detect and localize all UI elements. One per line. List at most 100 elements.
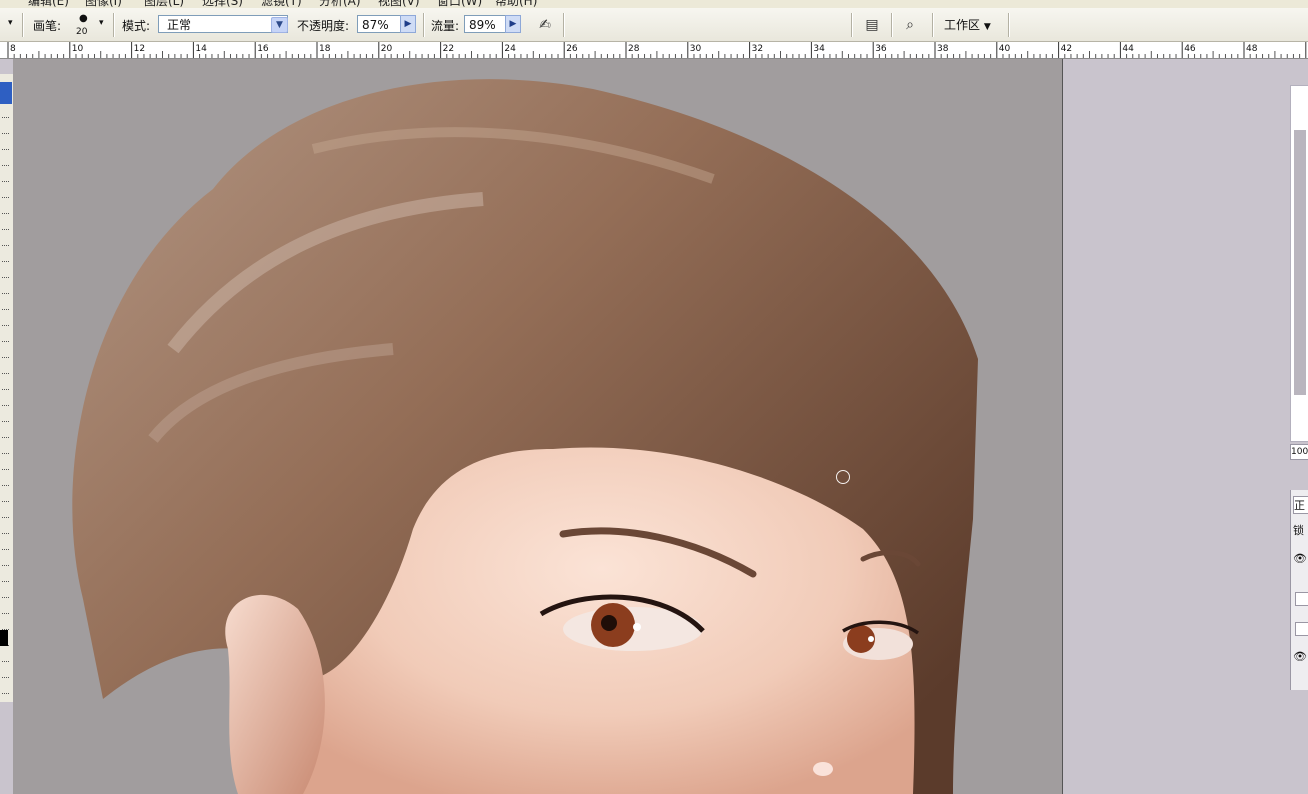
ruler-label: 22 — [443, 44, 454, 54]
tool-slot[interactable] — [2, 306, 9, 310]
divider — [423, 13, 424, 37]
layer-visibility-box[interactable] — [1295, 622, 1308, 636]
ruler-label: 32 — [752, 44, 763, 54]
brush-picker-arrow-icon[interactable]: ▾ — [99, 18, 104, 28]
tool-slot[interactable] — [2, 354, 9, 358]
tool-slot[interactable] — [2, 386, 9, 390]
ruler-graphic: 8 10 12 14 16 18 20 22 24 26 28 30 32 34 36 38 40 42 44 46 4… — [7, 42, 1308, 58]
ruler-label: 14 — [195, 44, 207, 54]
tool-slot[interactable] — [2, 466, 9, 470]
tool-slot[interactable] — [2, 482, 9, 486]
tool-slot[interactable] — [2, 658, 9, 662]
tool-slot[interactable] — [2, 514, 9, 518]
brush-picker[interactable]: ● 20 — [72, 13, 94, 39]
foreground-color-swatch[interactable] — [0, 630, 8, 646]
tool-slot[interactable] — [2, 338, 9, 342]
nose-highlight — [813, 762, 833, 776]
ruler-label: 28 — [628, 44, 640, 54]
divider — [113, 13, 114, 37]
ruler-label: 38 — [937, 44, 949, 54]
tool-slot[interactable] — [2, 594, 9, 598]
mode-value: 正常 — [167, 18, 192, 32]
tool-slot[interactable] — [2, 178, 9, 182]
tool-slot[interactable] — [2, 162, 9, 166]
opacity-input[interactable]: 87% — [357, 15, 401, 33]
file-browser-icon[interactable]: ⌕ — [899, 15, 921, 35]
tool-slot[interactable] — [2, 450, 9, 454]
tool-slot[interactable] — [2, 146, 9, 150]
document-canvas[interactable] — [13, 59, 1063, 794]
tool-slot[interactable] — [2, 546, 9, 550]
tool-slot[interactable] — [2, 290, 9, 294]
tool-options-bar: ▾ 画笔: ● 20 ▾ 模式: 正常 ▼ 不透明度: 87% ▶ 流量: 89… — [0, 8, 1308, 42]
workspace-background — [1063, 59, 1308, 794]
painting — [72, 79, 978, 794]
eye-right-highlight — [868, 636, 874, 642]
tool-slot[interactable] — [2, 274, 9, 278]
zoom-text: 100 — [1291, 447, 1308, 457]
ruler-label: 40 — [999, 44, 1011, 54]
eye-icon[interactable]: 👁 — [1293, 650, 1308, 663]
tool-slot[interactable] — [2, 610, 9, 614]
tool-slot[interactable] — [2, 114, 9, 118]
divider — [851, 13, 852, 37]
flow-slider-arrow-icon[interactable]: ▶ — [505, 15, 521, 33]
workspace-label: 工作区 — [944, 18, 981, 32]
divider — [932, 13, 933, 37]
divider — [891, 13, 892, 37]
opacity-label: 不透明度: — [297, 19, 350, 33]
layers-panel-partial: 正 锁 👁 👁 — [1290, 490, 1308, 690]
mode-select[interactable]: 正常 ▼ — [158, 15, 288, 33]
flow-input[interactable]: 89% — [464, 15, 506, 33]
tool-slot[interactable] — [2, 402, 9, 406]
ruler-label: 26 — [566, 44, 578, 54]
eye-left-pupil — [601, 615, 617, 631]
palette-well-icon[interactable]: ▤ — [861, 15, 883, 35]
airbrush-icon[interactable]: ✍ — [534, 15, 556, 35]
ruler-label: 12 — [134, 44, 145, 54]
tool-slot[interactable] — [2, 194, 9, 198]
workspace-menu[interactable]: 工作区 ▼ — [944, 16, 991, 33]
tool-slot[interactable] — [2, 322, 9, 326]
ruler-label: 18 — [319, 44, 331, 54]
flow-value: 89% — [469, 18, 496, 32]
divider — [22, 13, 23, 37]
layer-visibility-box[interactable] — [1295, 592, 1308, 606]
tool-slot[interactable] — [2, 562, 9, 566]
tool-slot[interactable] — [2, 674, 9, 678]
ruler-label: 36 — [875, 44, 887, 54]
tool-slot[interactable] — [2, 258, 9, 262]
zoom-field[interactable]: 100 — [1290, 444, 1308, 460]
navigator-panel-partial[interactable] — [1290, 85, 1308, 442]
eye-icon[interactable]: 👁 — [1293, 552, 1308, 565]
ruler-label: 46 — [1184, 44, 1196, 54]
tool-preset-arrow-icon[interactable]: ▾ — [8, 18, 13, 28]
tool-slot[interactable] — [2, 242, 9, 246]
blend-mode-select[interactable]: 正 — [1293, 496, 1308, 514]
tool-slot[interactable] — [2, 434, 9, 438]
tool-slot[interactable] — [2, 210, 9, 214]
brush-label: 画笔: — [33, 19, 62, 33]
chevron-down-icon[interactable]: ▼ — [271, 17, 288, 33]
divider — [563, 13, 564, 37]
tool-slot[interactable] — [2, 498, 9, 502]
tool-slot[interactable] — [2, 130, 9, 134]
toolbox-titlebar[interactable] — [0, 82, 12, 104]
ruler-label: 34 — [813, 44, 825, 54]
tool-slot[interactable] — [2, 690, 9, 694]
brush-dot-icon: ● — [79, 13, 88, 24]
brush-cursor — [836, 470, 850, 484]
ruler-label: 20 — [381, 44, 393, 54]
tool-slot[interactable] — [2, 418, 9, 422]
ruler-label: 8 — [10, 44, 16, 54]
tool-slot[interactable] — [2, 370, 9, 374]
tool-slot[interactable] — [2, 226, 9, 230]
opacity-slider-arrow-icon[interactable]: ▶ — [400, 15, 416, 33]
tool-slot[interactable] — [2, 530, 9, 534]
ruler-label: 44 — [1122, 44, 1134, 54]
tool-slot[interactable] — [2, 578, 9, 582]
horizontal-ruler[interactable]: 8 10 12 14 16 18 20 22 24 26 28 30 32 34 36 38 40 42 44 46 4… — [0, 42, 1308, 59]
chevron-down-icon: ▼ — [983, 22, 991, 32]
ruler-label: 16 — [257, 44, 269, 54]
ruler-label: 24 — [504, 44, 516, 54]
